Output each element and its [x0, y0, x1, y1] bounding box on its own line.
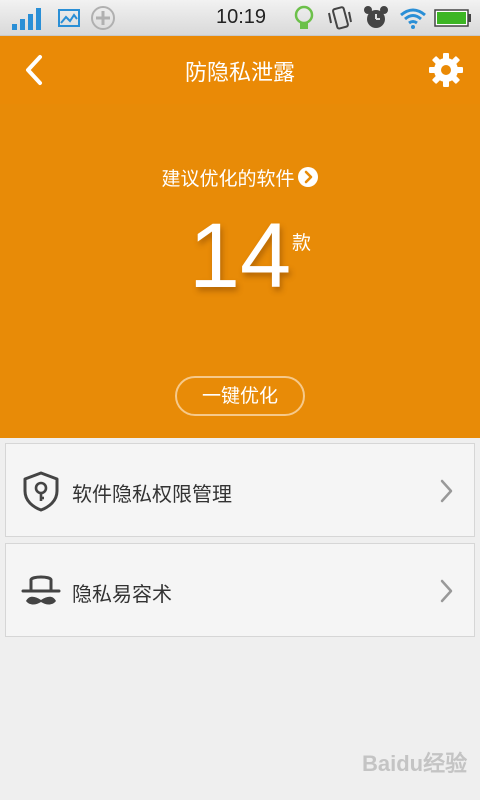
wifi-icon	[400, 8, 426, 29]
settings-button[interactable]	[428, 52, 464, 88]
menu-item-label: 软件隐私权限管理	[72, 482, 232, 506]
bulb-icon	[294, 5, 314, 29]
sync-icon	[91, 6, 115, 30]
menu-item-app-permissions[interactable]: 软件隐私权限管理	[5, 443, 475, 537]
app-header: 防隐私泄露	[0, 36, 480, 104]
chevron-right-icon	[440, 579, 453, 603]
chevron-right-icon	[440, 479, 453, 503]
signal-icon	[12, 8, 41, 30]
chevron-circle-right-icon	[297, 167, 318, 187]
count-unit: 款	[292, 232, 312, 254]
suggested-apps-link[interactable]: 建议优化的软件	[0, 164, 480, 191]
suggested-apps-count: 14	[188, 205, 292, 307]
disguise-icon	[21, 575, 61, 605]
alarm-icon	[364, 6, 388, 28]
chevron-left-icon	[26, 55, 42, 85]
gear-icon	[429, 53, 463, 87]
hero-panel: 建议优化的软件 14 款 一键优化	[0, 104, 480, 438]
status-bar: 10:19	[0, 0, 480, 36]
watermark: Baidu经验	[362, 751, 468, 776]
status-time: 10:19	[215, 6, 267, 28]
back-button[interactable]	[18, 52, 54, 88]
menu-item-privacy-disguise[interactable]: 隐私易容术	[5, 543, 475, 637]
one-click-optimize-button[interactable]: 一键优化	[175, 376, 305, 416]
suggested-apps-label: 建议优化的软件	[161, 168, 295, 190]
vibrate-icon	[328, 6, 352, 30]
page-title: 防隐私泄露	[184, 61, 295, 86]
battery-icon	[434, 9, 471, 27]
menu-item-label: 隐私易容术	[72, 582, 172, 606]
image-icon	[58, 9, 80, 27]
shield-key-icon	[23, 471, 59, 512]
